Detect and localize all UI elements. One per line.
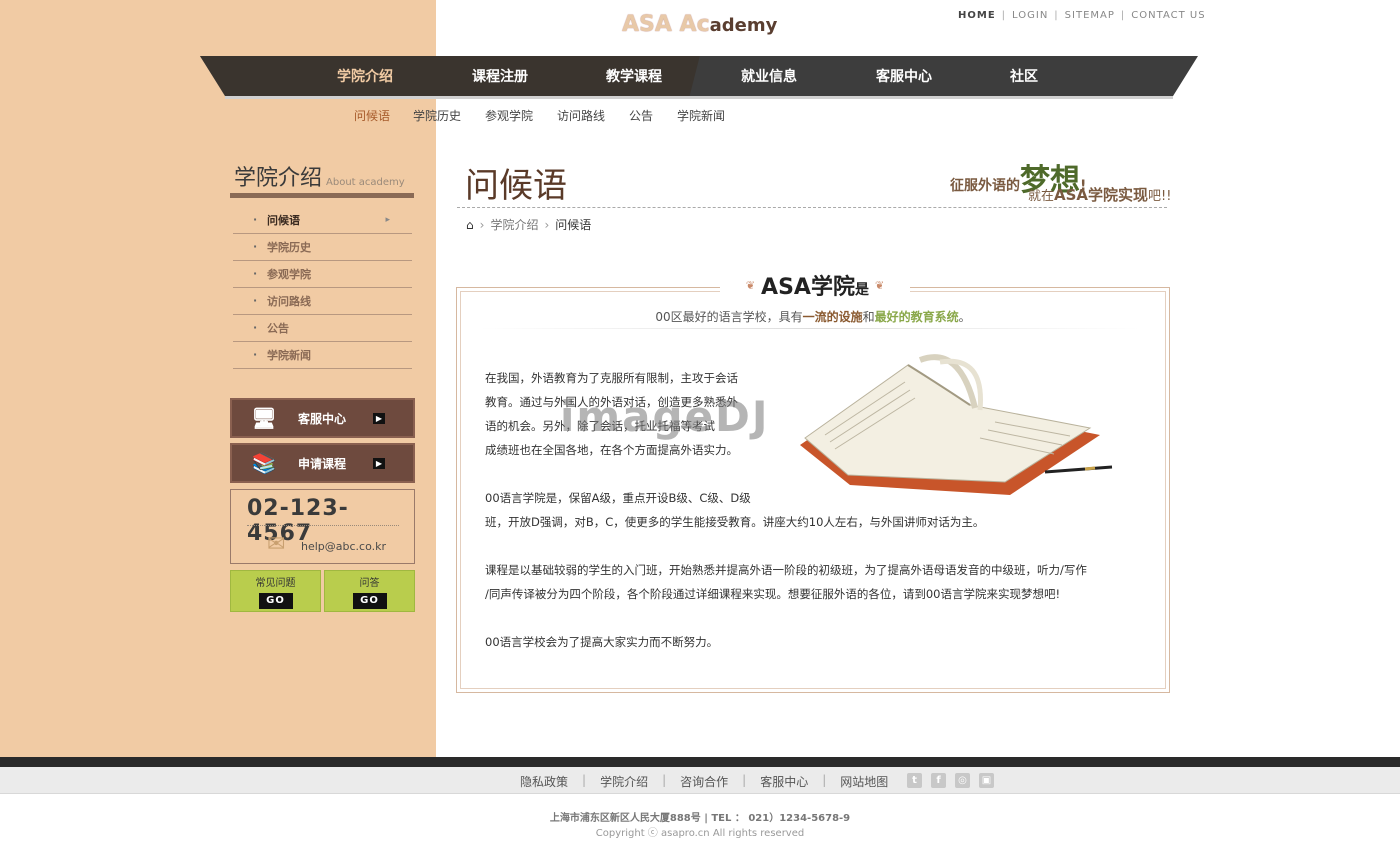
- twitter-icon[interactable]: t: [907, 773, 922, 788]
- envelope-icon: ✉: [267, 532, 286, 557]
- logo-text-2: ademy: [709, 15, 778, 36]
- top-link-login[interactable]: LOGIN: [1012, 10, 1048, 21]
- subnav-history[interactable]: 学院历史: [413, 107, 461, 124]
- arrow-right-icon: ▶: [373, 413, 385, 424]
- faq-go-button[interactable]: GO: [258, 593, 293, 609]
- open-book-image: [800, 354, 1113, 495]
- blog-icon[interactable]: ▣: [979, 773, 994, 788]
- footer-link-sitemap[interactable]: 网站地图: [840, 773, 888, 790]
- sidebar-menu: 问候语▸ 学院历史 参观学院 访问路线 公告 学院新闻: [233, 207, 412, 369]
- gnb-item-courses[interactable]: 教学课程: [606, 66, 662, 86]
- slogan-line-2: 就在ASA学院实现吧!!: [1028, 186, 1172, 204]
- arrow-right-icon: ▶: [373, 458, 385, 469]
- gnb-item-register[interactable]: 课程注册: [472, 66, 528, 86]
- gnb-item-community[interactable]: 社区: [1010, 66, 1038, 86]
- footer-copyright: Copyright ⓒ asapro.cn All rights reserve…: [595, 828, 805, 839]
- breadcrumb-current: 问候语: [555, 218, 592, 232]
- footer-address: 上海市浦东区新区人民大厦888号 | TEL ： 021）1234-5678-9: [549, 813, 851, 824]
- breadcrumb-section[interactable]: 学院介绍: [490, 216, 538, 233]
- subnav-news[interactable]: 学院新闻: [677, 107, 725, 124]
- paragraph-2: 00语言学院是，保留A级，重点开设B级、C级、D级 班，开放D强调，对B，C，使…: [485, 491, 985, 529]
- subnav-route[interactable]: 访问路线: [557, 107, 605, 124]
- footer-links: 隐私政策 | 学院介绍 | 咨询合作 | 客服中心 | 网站地图: [520, 773, 889, 790]
- paragraph-3: 课程是以基础较弱的学生的入门班，开始熟悉并提高外语一阶段的初级班，为了提高外语母…: [485, 563, 1087, 601]
- sidebar-item-route[interactable]: 访问路线: [233, 288, 412, 315]
- sidebar-item-greeting[interactable]: 问候语▸: [233, 207, 412, 234]
- subnav-greeting[interactable]: 问候语: [354, 107, 390, 124]
- home-icon[interactable]: ⌂: [466, 218, 474, 232]
- qa-box[interactable]: 问答 GO: [324, 570, 415, 612]
- gnb-item-about[interactable]: 学院介绍: [337, 66, 393, 86]
- content-subtitle: 00区最好的语言学校，具有一流的设施和最好的教育系统。: [655, 310, 971, 324]
- gnb-item-service[interactable]: 客服中心: [876, 66, 932, 86]
- footer-link-about[interactable]: 学院介绍: [600, 773, 648, 790]
- apply-course-button[interactable]: 📚 申请课程 ▶: [230, 443, 415, 483]
- email-link[interactable]: help@abc.co.kr: [301, 540, 386, 553]
- sidebar-item-visit[interactable]: 参观学院: [233, 261, 412, 288]
- subnav-notice[interactable]: 公告: [629, 107, 653, 124]
- top-link-contact[interactable]: CONTACT US: [1131, 10, 1205, 21]
- top-links: HOME | LOGIN | SITEMAP | CONTACT US: [958, 10, 1206, 21]
- logo-text-1: ASA Ac: [622, 12, 710, 37]
- facebook-icon[interactable]: f: [931, 773, 946, 788]
- faq-box[interactable]: 常见问题 GO: [230, 570, 321, 612]
- chevron-right-icon: ▸: [385, 215, 390, 225]
- site-logo[interactable]: ASA Academy: [622, 12, 777, 37]
- ornament-icon: ❦: [874, 278, 885, 292]
- ornament-icon: ❦: [745, 278, 756, 292]
- top-link-sitemap[interactable]: SITEMAP: [1065, 10, 1115, 21]
- contact-box: 02-123-4567 ✉ help@abc.co.kr: [230, 489, 415, 564]
- page-title: 问候语: [465, 166, 567, 206]
- sidebar-item-notice[interactable]: 公告: [233, 315, 412, 342]
- breadcrumb: ⌂ › 学院介绍 › 问候语: [466, 216, 592, 233]
- computer-icon: 🖥: [251, 406, 277, 430]
- subnav-visit[interactable]: 参观学院: [485, 107, 533, 124]
- globe-icon[interactable]: ◎: [955, 773, 970, 788]
- footer-link-privacy[interactable]: 隐私政策: [520, 773, 568, 790]
- top-link-home[interactable]: HOME: [958, 10, 996, 21]
- content-box-heading: ❦ ASA学院是 ❦: [720, 270, 910, 300]
- footer-link-cooperation[interactable]: 咨询合作: [680, 773, 728, 790]
- footer-link-service[interactable]: 客服中心: [760, 773, 808, 790]
- service-center-button[interactable]: 🖥 客服中心 ▶: [230, 398, 415, 438]
- sidebar-item-history[interactable]: 学院历史: [233, 234, 412, 261]
- books-icon: 📚: [251, 451, 277, 475]
- gnb-item-jobs[interactable]: 就业信息: [741, 66, 797, 86]
- watermark-logo: imageDJ: [560, 392, 770, 441]
- sidebar-title-en: About academy: [326, 177, 405, 188]
- sidebar-item-news[interactable]: 学院新闻: [233, 342, 412, 369]
- sidebar-title: 学院介绍 About academy: [234, 166, 405, 191]
- paragraph-4: 00语言学校会为了提高大家实力而不断努力。: [485, 635, 719, 649]
- qa-go-button[interactable]: GO: [352, 593, 387, 609]
